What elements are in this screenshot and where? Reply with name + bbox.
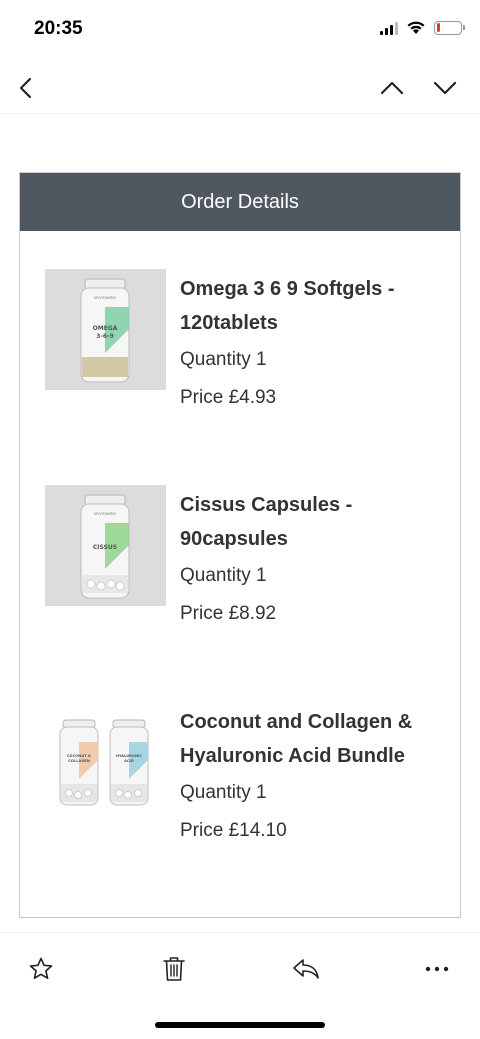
svg-text:3-6-9: 3-6-9 <box>96 333 114 340</box>
svg-text:CISSUS: CISSUS <box>93 544 117 551</box>
product-image[interactable]: MYVITAMINS OMEGA 3-6-9 <box>45 269 166 390</box>
svg-text:ACID: ACID <box>124 759 134 763</box>
home-indicator[interactable] <box>155 1022 325 1028</box>
order-details-card: Order Details MYVITAMINS OMEGA 3-6-9 Ome… <box>19 172 461 918</box>
flag-button[interactable] <box>21 949 61 989</box>
next-message-button[interactable] <box>425 68 465 108</box>
chevron-down-icon <box>433 81 457 95</box>
previous-message-button[interactable] <box>372 68 412 108</box>
product-price: Price £8.92 <box>180 603 277 624</box>
svg-text:MYVITAMINS: MYVITAMINS <box>94 296 117 300</box>
signal-icon <box>380 21 398 35</box>
back-button[interactable] <box>6 68 46 108</box>
product-price: Price £14.10 <box>180 820 287 841</box>
chevron-up-icon <box>380 81 404 95</box>
product-name[interactable]: Cissus Capsules - 90capsules <box>180 488 445 556</box>
svg-text:OMEGA: OMEGA <box>93 325 118 332</box>
svg-text:COCONUT &: COCONUT & <box>67 754 91 758</box>
product-name[interactable]: Omega 3 6 9 Softgels - 120tablets <box>180 272 445 340</box>
reply-icon <box>293 959 319 979</box>
product-quantity: Quantity 1 <box>180 349 267 370</box>
status-time: 20:35 <box>34 18 83 39</box>
product-image[interactable]: COCONUT & COLLAGEN HYALURONIC ACID <box>45 702 166 823</box>
product-quantity: Quantity 1 <box>180 565 267 586</box>
svg-text:HYALURONIC: HYALURONIC <box>116 754 142 758</box>
delete-button[interactable] <box>154 949 194 989</box>
status-bar: 20:35 <box>0 0 480 60</box>
svg-text:COLLAGEN: COLLAGEN <box>68 759 89 763</box>
chevron-left-icon <box>19 77 32 99</box>
product-price: Price £4.93 <box>180 387 277 408</box>
reply-button[interactable] <box>286 949 326 989</box>
more-icon <box>425 966 449 972</box>
battery-low-icon <box>434 20 465 35</box>
battery-fill <box>436 23 440 32</box>
more-options-button[interactable] <box>417 949 457 989</box>
product-quantity: Quantity 1 <box>180 782 267 803</box>
status-icons <box>380 20 465 35</box>
wifi-icon <box>407 21 425 34</box>
trash-icon <box>163 957 185 981</box>
product-image[interactable]: MYVITAMINS CISSUS <box>45 485 166 606</box>
svg-text:MYVITAMINS: MYVITAMINS <box>94 512 117 516</box>
order-details-header: Order Details <box>20 173 460 231</box>
bottom-toolbar <box>0 932 480 1002</box>
product-name[interactable]: Coconut and Collagen & Hyaluronic Acid B… <box>180 705 445 773</box>
nav-bar <box>0 60 480 114</box>
star-icon <box>29 957 53 979</box>
